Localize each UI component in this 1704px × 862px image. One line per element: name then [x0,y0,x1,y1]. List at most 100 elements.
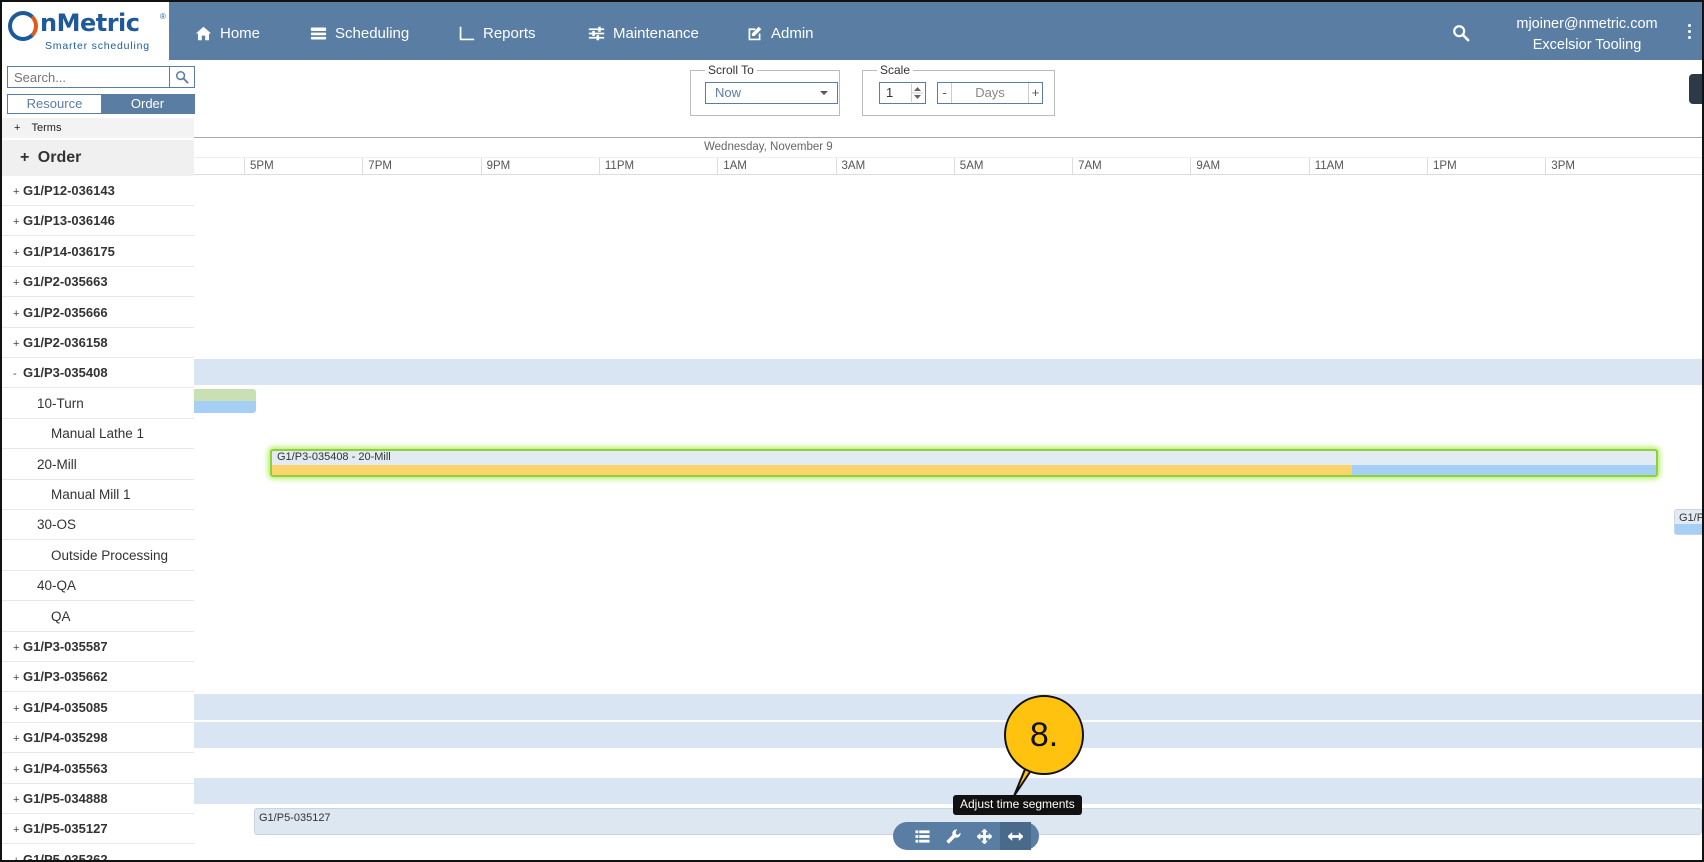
mill-bar-progress-fill [272,465,1352,475]
order-p5-035127-bar-label: G1/P5-035127 [259,812,331,824]
gantt-chart: Wednesday, November 9 5PM 7PM 9PM 11PM 1AM 3A… [194,137,1702,860]
expand-toggle[interactable]: + [13,329,23,359]
expand-toggle[interactable]: + [13,207,23,237]
expand-toggle[interactable]: + [13,177,23,207]
order-row-band[interactable] [194,778,1702,804]
operation-tree-row[interactable]: 30-OS [2,510,194,541]
order-tree-row[interactable]: + G1/P2-035663 [2,267,194,298]
scroll-to-select[interactable]: Now [705,82,838,104]
order-tree-row[interactable]: + G1/P4-035298 [2,723,194,754]
mill-operation-bar[interactable]: G1/P3-035408 - 20-Mill [270,449,1658,477]
side-panel-tab[interactable] [1689,74,1702,104]
order-tree-row[interactable]: - G1/P3-035408 [2,358,194,389]
logo-registered-mark: ® [160,12,166,21]
expand-toggle[interactable]: + [13,785,23,815]
nav-admin[interactable]: Admin [746,23,814,43]
scale-plus-button[interactable]: + [1028,83,1042,103]
gantt-time-header: 5PM 7PM 9PM 11PM 1AM 3AM 5AM 7AM 9AM 11AM 1PM 3PM [194,157,1702,175]
expand-toggle[interactable]: + [13,663,23,693]
logo-name: nMetric [40,9,140,37]
expand-toggle[interactable]: + [13,268,23,298]
tree-row-label: Outside Processing [51,547,169,563]
expand-toggle[interactable]: + [13,694,23,724]
order-tree-row[interactable]: + G1/P13-036146 [2,206,194,237]
scale-group: Scale 1 - Days + [862,63,1055,116]
order-row-band[interactable] [194,694,1702,720]
scale-number-stepper[interactable]: 1 [879,82,926,104]
tree-row-label: G1/P12-036143 [23,183,115,198]
order-tree-row[interactable]: + G1/P2-036158 [2,328,194,358]
tree-row-label: G1/P4-035085 [23,699,108,715]
expand-toggle[interactable]: + [13,633,23,663]
edit-icon [748,26,762,40]
resource-tree-row[interactable]: Manual Lathe 1 [2,419,194,450]
nav-scheduling-label: Scheduling [335,24,410,42]
expand-toggle[interactable]: + [13,299,23,329]
tree-row-label: G1/P5-035262 [23,851,108,862]
expand-toggle[interactable]: + [13,815,23,845]
order-tree-row[interactable]: + G1/P3-035662 [2,662,194,693]
kebab-menu-icon[interactable] [1686,24,1692,40]
move-tool-button[interactable] [969,822,1000,850]
resource-tree-row[interactable]: Manual Mill 1 [2,480,194,510]
order-tree-row[interactable]: + G1/P14-036175 [2,237,194,267]
expand-toggle[interactable]: + [13,755,23,785]
nav-maintenance-label: Maintenance [613,24,699,42]
tree-row-label: 10-Turn [37,395,84,411]
toggle-resource[interactable]: Resource [8,95,101,113]
tree-row-label: G1/P14-036175 [23,243,115,259]
toggle-order[interactable]: Order [101,95,194,113]
order-tree-row[interactable]: + G1/P4-035085 [2,693,194,723]
expand-toggle[interactable]: + [13,846,23,860]
order-tree-row[interactable]: + G1/P5-035262 [2,845,194,862]
adjust-time-segments-icon [1008,831,1023,841]
mill-bar-label: G1/P3-035408 - 20-Mill [277,451,391,463]
search-icon[interactable] [1452,24,1470,42]
operation-tree-row[interactable]: 20-Mill [2,450,194,480]
order-header-label: Order [37,149,82,166]
expand-toggle[interactable]: + [13,238,23,268]
order-tree-row[interactable]: + G1/P4-035563 [2,754,194,784]
terms-label: Terms [31,122,62,134]
tree-row-label: 30-OS [37,517,77,533]
operation-tree-row[interactable]: 40-QA [2,571,194,602]
nav-maintenance[interactable]: Maintenance [588,23,699,43]
order-row-band[interactable] [194,359,1702,385]
operation-tree-row[interactable]: 10-Turn [2,389,194,419]
outside-processing-bar[interactable]: G1/P [1674,509,1702,535]
resource-tree-row[interactable]: QA [2,602,194,632]
nav-home[interactable]: Home [195,23,260,43]
stepper-arrows-icon[interactable] [911,84,923,102]
user-info[interactable]: mjoiner@nmetric.com Excelsior Tooling [1492,14,1682,56]
wrench-icon [946,828,961,844]
order-tree-row[interactable]: + G1/P5-035127 [2,814,194,845]
search-input[interactable] [7,66,170,88]
resource-tree-row[interactable]: Outside Processing [2,541,194,571]
tree-row-label: G1/P2-036158 [23,335,108,350]
order-header-sign: + [20,149,30,166]
adjust-time-segments-button[interactable] [1000,822,1031,850]
tree-row-label: G1/P13-036146 [23,213,115,229]
order-tree-row[interactable]: + G1/P3-035587 [2,632,194,662]
tree-row-label: G1/P3-035408 [23,365,108,381]
nav-scheduling[interactable]: Scheduling [310,23,409,43]
order-tree-row[interactable]: + G1/P12-036143 [2,176,194,206]
order-tree-row[interactable]: + G1/P2-035666 [2,298,194,328]
tree-row-label: 20-Mill [37,456,77,472]
order-tree-row[interactable]: + G1/P5-034888 [2,784,194,814]
scale-unit-value[interactable]: Days [952,83,1028,103]
wrench-tool-button[interactable] [938,822,969,850]
search-button[interactable] [169,66,195,88]
terms-row[interactable]: + Terms [2,118,194,138]
order-row-band[interactable] [194,722,1702,748]
order-column-header[interactable]: + Order [2,140,194,176]
collapse-toggle[interactable]: - [13,359,23,389]
tree-row-label: QA [51,608,71,624]
list-view-button[interactable] [907,822,938,850]
reports-chart-icon [459,26,475,40]
terms-expand-sign: + [14,122,21,134]
nmetric-logo[interactable]: nMetric ® Smarter scheduling [2,2,169,60]
nav-reports[interactable]: Reports [458,23,536,43]
expand-toggle[interactable]: + [13,724,23,754]
scale-minus-button[interactable]: - [938,83,952,103]
